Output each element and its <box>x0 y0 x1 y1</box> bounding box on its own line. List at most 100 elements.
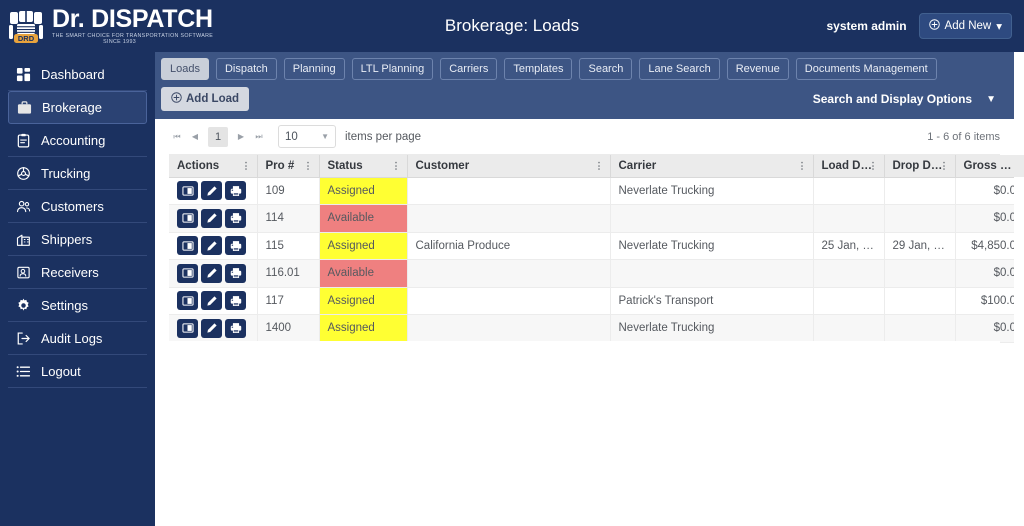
printer-action-button[interactable] <box>225 181 246 200</box>
column-header-gross-pay[interactable]: Gross Pay <box>955 155 1024 177</box>
body-split: DashboardBrokerageAccountingTruckingCust… <box>0 52 1024 526</box>
status-badge: Assigned <box>319 315 407 343</box>
tab-search[interactable]: Search <box>579 58 632 80</box>
cell-pro-number: 1400 <box>257 315 319 343</box>
pencil-action-button[interactable] <box>201 264 222 283</box>
sidebar-item-shippers[interactable]: Shippers <box>8 223 147 256</box>
column-header-drop-da[interactable]: Drop Da…⋮ <box>884 155 955 177</box>
first-page-button[interactable]: ⏮ <box>169 128 185 146</box>
add-new-button[interactable]: Add New ▾ <box>919 13 1012 39</box>
sidebar-item-label: Dashboard <box>41 67 105 82</box>
row-actions-cell <box>169 287 257 315</box>
book-action-button[interactable] <box>177 291 198 310</box>
prev-page-button[interactable]: ◀ <box>187 128 203 146</box>
column-menu-icon[interactable]: ⋮ <box>304 164 313 167</box>
add-load-button[interactable]: Add Load <box>161 87 249 111</box>
table-row[interactable]: 116.01Available$0.0 <box>169 260 1024 288</box>
column-menu-icon[interactable]: ⋮ <box>392 164 401 167</box>
printer-icon <box>230 295 242 307</box>
tab-lane-search[interactable]: Lane Search <box>639 58 719 80</box>
tab-templates[interactable]: Templates <box>504 58 572 80</box>
cell-carrier <box>610 260 813 288</box>
printer-action-button[interactable] <box>225 236 246 255</box>
column-menu-icon[interactable]: ⋮ <box>595 164 604 167</box>
sidebar-item-customers[interactable]: Customers <box>8 190 147 223</box>
table-row[interactable]: 114Available$0.0 <box>169 205 1024 233</box>
sidebar-item-audit-logs[interactable]: Audit Logs <box>8 322 147 355</box>
pencil-action-button[interactable] <box>201 319 222 338</box>
sidebar-item-trucking[interactable]: Trucking <box>8 157 147 190</box>
pencil-action-button[interactable] <box>201 181 222 200</box>
book-action-button[interactable] <box>177 236 198 255</box>
column-header-carrier[interactable]: Carrier⋮ <box>610 155 813 177</box>
list-icon <box>15 363 31 379</box>
printer-action-button[interactable] <box>225 319 246 338</box>
book-action-button[interactable] <box>177 319 198 338</box>
book-action-button[interactable] <box>177 264 198 283</box>
cell-customer: California Produce <box>407 232 610 260</box>
clipboard-icon <box>15 132 31 148</box>
tab-loads[interactable]: Loads <box>161 58 209 80</box>
tab-ltl-planning[interactable]: LTL Planning <box>352 58 434 80</box>
svg-text:DRD: DRD <box>18 34 35 43</box>
tab-revenue[interactable]: Revenue <box>727 58 789 80</box>
action-button-group <box>177 209 249 228</box>
cell-customer <box>407 177 610 205</box>
table-row[interactable]: 115AssignedCalifornia ProduceNeverlate T… <box>169 232 1024 260</box>
grid-icon <box>15 66 31 82</box>
book-icon <box>182 240 194 252</box>
sidebar-item-label: Receivers <box>41 265 99 280</box>
sidebar-item-label: Settings <box>41 298 88 313</box>
page-size-select[interactable]: 10 ▼ <box>278 125 336 148</box>
column-menu-icon[interactable]: ⋮ <box>940 164 949 167</box>
gear-icon <box>15 297 31 313</box>
cell-drop-date <box>884 315 955 343</box>
printer-icon <box>230 212 242 224</box>
brand-title: Dr. DISPATCH <box>52 7 213 32</box>
column-header-customer[interactable]: Customer⋮ <box>407 155 610 177</box>
status-badge: Available <box>319 205 407 233</box>
action-button-group <box>177 291 249 310</box>
table-row[interactable]: 109AssignedNeverlate Trucking$0.0 <box>169 177 1024 205</box>
sidebar-item-accounting[interactable]: Accounting <box>8 124 147 157</box>
pencil-action-button[interactable] <box>201 209 222 228</box>
column-header-actions[interactable]: Actions⋮ <box>169 155 257 177</box>
tab-documents-management[interactable]: Documents Management <box>796 58 937 80</box>
tab-planning[interactable]: Planning <box>284 58 345 80</box>
sidebar-item-dashboard[interactable]: Dashboard <box>8 58 147 91</box>
book-icon <box>182 295 194 307</box>
tab-carriers[interactable]: Carriers <box>440 58 497 80</box>
pencil-action-button[interactable] <box>201 236 222 255</box>
column-menu-icon[interactable]: ⋮ <box>869 164 878 167</box>
sidebar-item-brokerage[interactable]: Brokerage <box>8 91 147 124</box>
sidebar-item-logout[interactable]: Logout <box>8 355 147 388</box>
cell-pro-number: 114 <box>257 205 319 233</box>
action-button-group <box>177 319 249 338</box>
table-row[interactable]: 117AssignedPatrick's Transport$100.0 <box>169 287 1024 315</box>
printer-action-button[interactable] <box>225 209 246 228</box>
column-menu-icon[interactable]: ⋮ <box>242 164 251 167</box>
next-page-button[interactable]: ▶ <box>233 128 249 146</box>
tab-dispatch[interactable]: Dispatch <box>216 58 277 80</box>
tab-list: Loads Dispatch Planning LTL Planning Carrier… <box>161 58 1014 80</box>
table-row[interactable]: 1400AssignedNeverlate Trucking$0.0 <box>169 315 1024 343</box>
book-action-button[interactable] <box>177 181 198 200</box>
sidebar-item-receivers[interactable]: Receivers <box>8 256 147 289</box>
last-page-button[interactable]: ⏭ <box>251 128 267 146</box>
column-header-load-da[interactable]: Load Da…⋮ <box>813 155 884 177</box>
status-badge: Available <box>319 260 407 288</box>
book-action-button[interactable] <box>177 209 198 228</box>
printer-action-button[interactable] <box>225 264 246 283</box>
page-number-1[interactable]: 1 <box>208 127 228 147</box>
column-header-pro[interactable]: Pro #⋮ <box>257 155 319 177</box>
action-button-group <box>177 181 249 200</box>
main-area: Loads Dispatch Planning LTL Planning Carrier… <box>155 52 1014 526</box>
column-header-status[interactable]: Status⋮ <box>319 155 407 177</box>
sidebar-item-settings[interactable]: Settings <box>8 289 147 322</box>
search-display-options-toggle[interactable]: Search and Display Options ▼ <box>813 92 996 106</box>
column-menu-icon[interactable]: ⋮ <box>798 164 807 167</box>
pencil-action-button[interactable] <box>201 291 222 310</box>
brand-logo-area[interactable]: DRD Dr. DISPATCH THE SMART CHOICE FOR TR… <box>0 0 155 52</box>
cell-customer <box>407 260 610 288</box>
printer-action-button[interactable] <box>225 291 246 310</box>
